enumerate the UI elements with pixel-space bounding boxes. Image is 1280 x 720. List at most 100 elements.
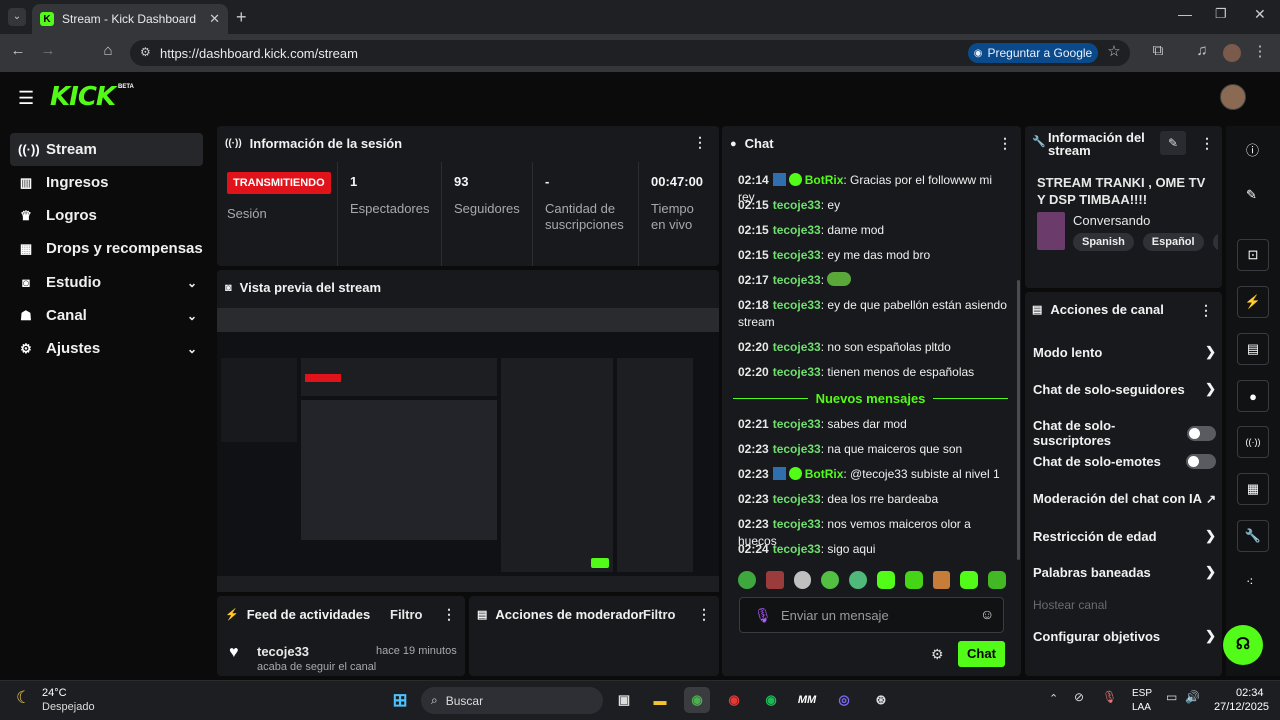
emote-icon[interactable] xyxy=(960,571,979,589)
chat-bubble-icon[interactable]: ● xyxy=(1237,380,1269,412)
emote-icon[interactable] xyxy=(738,571,756,589)
chat-username[interactable]: tecoje33 xyxy=(773,340,821,354)
document-icon[interactable]: ▤ xyxy=(1237,333,1269,365)
sidebar-item-ajustes[interactable]: ⚙ Ajustes ⌄ xyxy=(10,332,203,365)
site-info-icon[interactable]: ⚙ xyxy=(140,45,151,59)
mm-app-icon[interactable]: MM xyxy=(794,687,820,713)
emoji-icon[interactable]: ☺ xyxy=(980,606,994,622)
profile-avatar-browser[interactable] xyxy=(1223,44,1241,62)
tab-list-button[interactable]: ⌄ xyxy=(8,8,26,26)
emotes-only-toggle[interactable] xyxy=(1186,454,1216,469)
close-window-button[interactable]: ✕ xyxy=(1254,6,1266,23)
chat-username[interactable]: tecoje33 xyxy=(773,492,821,506)
sidebar-item-stream[interactable]: ((·)) Stream xyxy=(10,133,203,166)
chat-username[interactable]: tecoje33 xyxy=(773,248,821,262)
chrome-icon[interactable]: ◉ xyxy=(684,687,710,713)
sidebar-item-canal[interactable]: ☗ Canal ⌄ xyxy=(10,299,203,332)
kick-logo[interactable]: KICK xyxy=(50,82,116,112)
action-slow-mode[interactable]: Modo lento ❯ xyxy=(1033,344,1216,360)
chat-username[interactable]: tecoje33 xyxy=(773,223,821,237)
lang1[interactable]: ESP xyxy=(1132,688,1152,699)
sidebar-item-drops[interactable]: ▦ Drops y recompensas xyxy=(10,232,203,265)
tag[interactable]: Spanish xyxy=(1073,233,1134,251)
more-options-icon[interactable]: ⋮ xyxy=(1199,302,1213,319)
action-ai-moderation[interactable]: Moderación del chat con IA ↗ xyxy=(1033,491,1216,506)
chat-username[interactable]: tecoje33 xyxy=(773,442,821,456)
more-options-icon[interactable]: ⋮ xyxy=(693,134,707,151)
chat-username[interactable]: tecoje33 xyxy=(773,517,821,531)
chat-username[interactable]: tecoje33 xyxy=(773,542,821,556)
chat-scrollbar[interactable] xyxy=(1017,280,1020,560)
taskbar-search[interactable]: ⌕ Buscar xyxy=(421,687,603,714)
back-icon[interactable]: ← xyxy=(8,42,28,59)
weather-temp[interactable]: 24°C xyxy=(42,687,67,699)
feed-filter-button[interactable]: Filtro xyxy=(390,607,423,622)
action-subs-only[interactable]: Chat de solo-suscriptores xyxy=(1033,418,1216,448)
browser-menu-icon[interactable]: ⋮ xyxy=(1250,42,1270,60)
lightning-icon[interactable]: ⚡ xyxy=(1237,286,1269,318)
action-followers-only[interactable]: Chat de solo-seguidores ❯ xyxy=(1033,381,1216,397)
chat-username[interactable]: tecoje33 xyxy=(773,417,821,431)
browser-tab[interactable]: K Stream - Kick Dashboard ✕ xyxy=(32,4,228,34)
new-tab-button[interactable]: + xyxy=(236,7,247,28)
sidebar-item-estudio[interactable]: ◙ Estudio ⌄ xyxy=(10,266,203,299)
chat-username[interactable]: tecoje33 xyxy=(773,273,821,287)
spotify-icon[interactable]: ◉ xyxy=(758,687,784,713)
emote-icon[interactable] xyxy=(765,571,784,589)
clock-time[interactable]: 02:34 xyxy=(1236,687,1264,699)
emote-icon[interactable] xyxy=(932,571,951,589)
action-set-goals[interactable]: Configurar objetivos ❯ xyxy=(1033,628,1216,644)
screenshot-icon[interactable]: ⊡ xyxy=(1237,239,1269,271)
task-view-icon[interactable]: ▣ xyxy=(611,687,637,713)
category-thumbnail[interactable] xyxy=(1037,212,1065,250)
chat-username[interactable]: BotRix xyxy=(805,173,844,187)
info-icon[interactable]: ⓘ xyxy=(1246,140,1259,159)
network-off-icon[interactable]: ⊘ xyxy=(1074,690,1084,704)
mod-filter-button[interactable]: Filtro xyxy=(643,607,676,622)
wrench-icon[interactable]: 🔧 xyxy=(1237,520,1269,552)
subs-only-toggle[interactable] xyxy=(1187,425,1216,441)
chat-send-button[interactable]: Chat xyxy=(958,641,1005,667)
apps-icon[interactable]: ⁖ xyxy=(1246,574,1254,590)
tray-chevron-icon[interactable]: ⌃ xyxy=(1049,692,1058,705)
action-emotes-only[interactable]: Chat de solo-emotes xyxy=(1033,454,1216,469)
forward-icon[interactable]: → xyxy=(38,42,58,59)
bookmark-star-icon[interactable]: ☆ xyxy=(1104,42,1124,60)
emote-icon[interactable] xyxy=(793,571,812,589)
more-options-icon[interactable]: ⋮ xyxy=(1200,135,1214,152)
more-options-icon[interactable]: ⋮ xyxy=(998,135,1012,152)
chat-username[interactable]: tecoje33 xyxy=(773,365,821,379)
tag[interactable]: Español xyxy=(1142,233,1204,251)
edit-icon[interactable]: ✎ xyxy=(1246,187,1257,203)
action-age-restriction[interactable]: Restricción de edad ❯ xyxy=(1033,528,1216,544)
monitor-icon[interactable]: ▭ xyxy=(1166,690,1177,704)
media-app-icon[interactable]: ◉ xyxy=(721,687,747,713)
category-name[interactable]: Conversando xyxy=(1073,213,1150,228)
close-tab-icon[interactable]: ✕ xyxy=(209,11,220,27)
chat-username[interactable]: BotRix xyxy=(805,467,844,481)
emote-icon[interactable] xyxy=(849,571,867,589)
emote-icon[interactable] xyxy=(904,571,923,589)
chat-username[interactable]: tecoje33 xyxy=(773,298,821,312)
weather-icon[interactable]: ☾ xyxy=(16,688,31,708)
hamburger-menu-icon[interactable]: ☰ xyxy=(18,88,34,109)
chat-username[interactable]: tecoje33 xyxy=(773,198,821,212)
windows-start-icon[interactable]: ⊞ xyxy=(387,687,413,713)
restore-button[interactable]: ❐ xyxy=(1215,6,1227,22)
file-explorer-icon[interactable]: ▬ xyxy=(647,687,673,713)
minimize-button[interactable]: — xyxy=(1178,6,1192,22)
support-button[interactable]: ☊ xyxy=(1223,625,1263,665)
home-icon[interactable]: ⌂ xyxy=(98,42,118,59)
tag[interactable]: arg xyxy=(1212,233,1218,251)
emote-icon[interactable] xyxy=(876,571,895,589)
action-banned-words[interactable]: Palabras baneadas ❯ xyxy=(1033,564,1216,580)
user-avatar[interactable] xyxy=(1220,84,1246,110)
microphone-icon[interactable]: 🎙 xyxy=(1102,690,1117,704)
extensions-icon[interactable]: ⧉ xyxy=(1148,42,1168,59)
app-icon[interactable]: ⊛ xyxy=(868,687,894,713)
emote-icon[interactable] xyxy=(821,571,840,589)
media-control-icon[interactable]: ♫ xyxy=(1192,42,1212,59)
chat-input-box[interactable]: 🎙 Enviar un mensaje ☺ xyxy=(739,597,1004,633)
sliders-icon[interactable]: ▦ xyxy=(1237,473,1269,505)
volume-icon[interactable]: 🔊 xyxy=(1185,690,1200,704)
